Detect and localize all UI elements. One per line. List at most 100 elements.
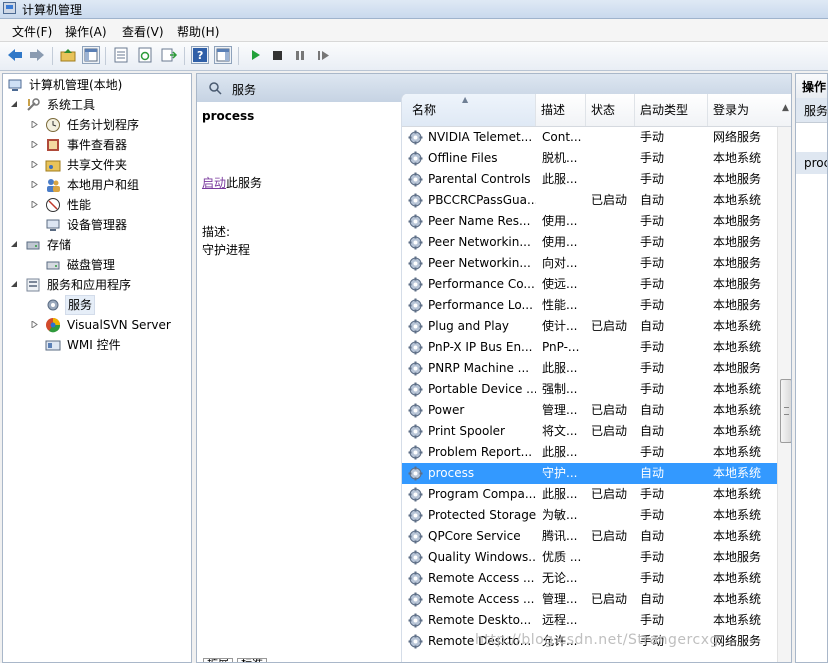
show-action-pane-icon[interactable] bbox=[214, 46, 232, 64]
service-row[interactable]: Peer Networkin... 向对... 手动 本地服务 bbox=[402, 253, 777, 274]
collapsed-arrow-icon[interactable] bbox=[31, 121, 38, 128]
pause-icon[interactable] bbox=[291, 46, 309, 64]
service-logon: 本地系统 bbox=[713, 487, 762, 501]
service-status: 已启动 bbox=[591, 592, 628, 606]
tab-extended[interactable]: 扩展 bbox=[203, 658, 233, 662]
expanded-arrow-icon[interactable] bbox=[11, 101, 18, 108]
service-row[interactable]: Problem Report... 此服... 手动 本地系统 bbox=[402, 442, 777, 463]
service-row[interactable]: Parental Controls 此服... 手动 本地服务 bbox=[402, 169, 777, 190]
service-row[interactable]: Portable Device ... 强制... 手动 本地系统 bbox=[402, 379, 777, 400]
service-row[interactable]: Performance Lo... 性能... 手动 本地服务 bbox=[402, 295, 777, 316]
service-row[interactable]: Peer Networkin... 使用... 手动 本地服务 bbox=[402, 232, 777, 253]
start-icon[interactable] bbox=[246, 46, 264, 64]
service-startup-type: 手动 bbox=[640, 445, 665, 459]
service-name: Power bbox=[428, 403, 465, 417]
service-description: 性能... bbox=[542, 298, 578, 312]
disk-icon bbox=[46, 261, 60, 270]
service-description: 此服... bbox=[542, 445, 578, 459]
service-row[interactable]: QPCore Service 腾讯... 已启动 自动 本地系统 bbox=[402, 526, 777, 547]
collapsed-arrow-icon[interactable] bbox=[31, 321, 38, 328]
up-folder-icon[interactable] bbox=[59, 46, 77, 64]
service-row[interactable]: Plug and Play 使计... 已启动 自动 本地系统 bbox=[402, 316, 777, 337]
service-row[interactable]: Print Spooler 将文... 已启动 自动 本地系统 bbox=[402, 421, 777, 442]
service-startup-type: 自动 bbox=[640, 403, 665, 417]
service-row[interactable]: Remote Deskto... 远程... 手动 本地系统 bbox=[402, 610, 777, 631]
service-startup-type: 手动 bbox=[640, 613, 665, 627]
collapsed-arrow-icon[interactable] bbox=[31, 161, 38, 168]
show-hide-tree-icon[interactable] bbox=[82, 46, 100, 64]
device-manager-icon bbox=[46, 219, 60, 231]
menu-action[interactable]: 操作(A) bbox=[65, 23, 107, 40]
service-gear-icon bbox=[408, 424, 423, 439]
actions-services-group[interactable]: 服务 bbox=[796, 98, 827, 123]
service-description: 使远... bbox=[542, 277, 578, 291]
menu-file[interactable]: 文件(F) bbox=[12, 23, 52, 40]
column-status[interactable]: 状态 bbox=[586, 94, 635, 126]
service-logon: 本地服务 bbox=[713, 550, 762, 564]
forward-icon[interactable] bbox=[28, 46, 46, 64]
collapsed-arrow-icon[interactable] bbox=[31, 141, 38, 148]
service-logon: 本地系统 bbox=[713, 529, 762, 543]
service-row[interactable]: Program Compa... 此服... 已启动 手动 本地系统 bbox=[402, 484, 777, 505]
service-name: Portable Device ... bbox=[428, 382, 536, 396]
help-icon[interactable]: ? bbox=[191, 46, 209, 64]
service-row[interactable]: NVIDIA Telemet... Cont... 手动 网络服务 bbox=[402, 127, 777, 148]
service-description: 使用... bbox=[542, 214, 578, 228]
visualsvn-icon bbox=[46, 318, 61, 333]
collapsed-arrow-icon[interactable] bbox=[31, 181, 38, 188]
service-name: Remote Access ... bbox=[428, 571, 535, 585]
column-startup-type[interactable]: 启动类型 bbox=[635, 94, 708, 126]
actions-process-group[interactable]: proc bbox=[796, 152, 827, 174]
service-startup-type: 自动 bbox=[640, 424, 665, 438]
properties-icon[interactable] bbox=[112, 46, 130, 64]
column-logon-as[interactable]: 登录为 bbox=[708, 94, 777, 126]
collapsed-arrow-icon[interactable] bbox=[31, 201, 38, 208]
service-row[interactable]: Peer Name Res... 使用... 手动 本地服务 bbox=[402, 211, 777, 232]
service-row[interactable]: Quality Windows... 优质 ... 手动 本地服务 bbox=[402, 547, 777, 568]
service-name: Remote Deskto... bbox=[428, 613, 532, 627]
service-logon: 本地服务 bbox=[713, 256, 762, 270]
service-row[interactable]: PNRP Machine ... 此服... 手动 本地服务 bbox=[402, 358, 777, 379]
expanded-arrow-icon[interactable] bbox=[11, 241, 18, 248]
service-row[interactable]: Remote Access ... 管理... 已启动 自动 本地系统 bbox=[402, 589, 777, 610]
watermark: http://blog.csdn.net/Strangercxg bbox=[475, 632, 719, 648]
expanded-arrow-icon[interactable] bbox=[11, 281, 18, 288]
service-row[interactable]: Remote Access ... 无论... 手动 本地系统 bbox=[402, 568, 777, 589]
services-header-title: 服务 bbox=[232, 83, 257, 97]
export-list-icon[interactable] bbox=[160, 46, 178, 64]
tab-standard[interactable]: 标准 bbox=[237, 658, 267, 662]
service-logon: 本地系统 bbox=[713, 424, 762, 438]
service-row[interactable]: Protected Storage 为敏... 手动 本地系统 bbox=[402, 505, 777, 526]
service-row[interactable]: Offline Files 脱机... 手动 本地系统 bbox=[402, 148, 777, 169]
restart-icon[interactable] bbox=[314, 46, 332, 64]
service-row[interactable]: Power 管理... 已启动 自动 本地系统 bbox=[402, 400, 777, 421]
service-row[interactable]: Performance Co... 使远... 手动 本地服务 bbox=[402, 274, 777, 295]
start-service-link[interactable]: 启动 bbox=[202, 176, 226, 190]
service-row[interactable]: PBCCRCPassGua... 已启动 自动 本地系统 bbox=[402, 190, 777, 211]
stop-icon[interactable] bbox=[268, 46, 286, 64]
service-row[interactable]: process 守护... 自动 本地系统 bbox=[402, 463, 777, 484]
service-description: 优质 ... bbox=[542, 550, 582, 564]
vertical-scrollbar[interactable]: ▲ bbox=[777, 103, 791, 662]
service-description: 将文... bbox=[542, 424, 578, 438]
scroll-up-icon[interactable]: ▲ bbox=[782, 103, 789, 113]
service-status: 已启动 bbox=[591, 319, 628, 333]
service-name: Offline Files bbox=[428, 151, 498, 165]
menu-help[interactable]: 帮助(H) bbox=[177, 23, 219, 40]
column-description[interactable]: 描述 bbox=[536, 94, 586, 126]
search-icon bbox=[209, 82, 222, 95]
service-startup-type: 手动 bbox=[640, 340, 665, 354]
refresh-icon[interactable] bbox=[136, 46, 154, 64]
column-name[interactable]: 名称 ▲ bbox=[402, 94, 536, 126]
service-startup-type: 手动 bbox=[640, 172, 665, 186]
back-icon[interactable] bbox=[6, 46, 24, 64]
service-row[interactable]: PnP-X IP Bus En... PnP-... 手动 本地系统 bbox=[402, 337, 777, 358]
service-gear-icon bbox=[408, 445, 423, 460]
computer-management-icon bbox=[8, 79, 22, 91]
service-name: QPCore Service bbox=[428, 529, 521, 543]
service-name: Print Spooler bbox=[428, 424, 505, 438]
scrollbar-thumb[interactable] bbox=[780, 379, 791, 443]
service-startup-type: 自动 bbox=[640, 529, 665, 543]
service-logon: 本地系统 bbox=[713, 340, 762, 354]
menu-view[interactable]: 查看(V) bbox=[122, 23, 164, 40]
